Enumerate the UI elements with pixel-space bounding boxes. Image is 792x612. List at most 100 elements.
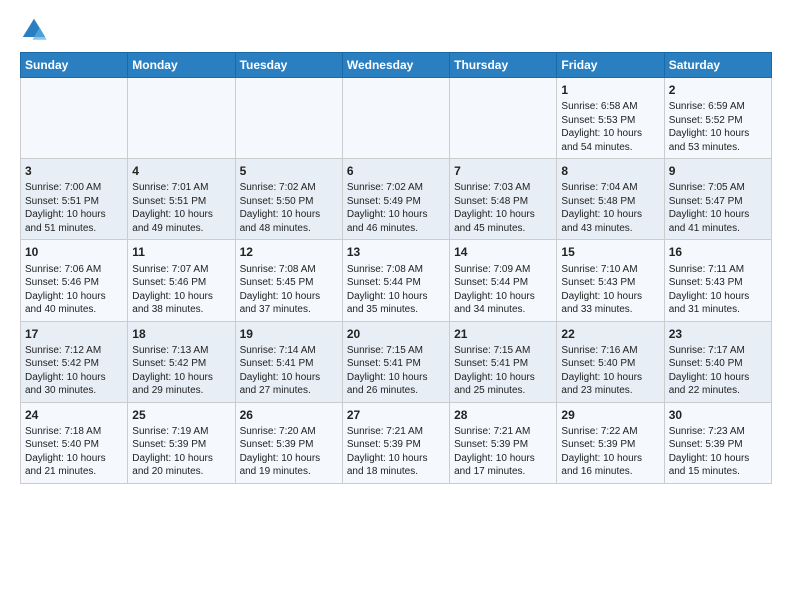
logo-icon <box>20 16 48 44</box>
cell-content-line: Daylight: 10 hours <box>669 371 767 385</box>
cell-content-line: Sunrise: 7:12 AM <box>25 344 123 358</box>
cell-content-line: Sunset: 5:39 PM <box>561 438 659 452</box>
cell-content-line: Sunrise: 7:08 AM <box>240 263 338 277</box>
col-header-thursday: Thursday <box>450 53 557 78</box>
cell-content-line: Daylight: 10 hours <box>347 371 445 385</box>
day-number: 20 <box>347 326 445 342</box>
day-number: 27 <box>347 407 445 423</box>
cell-content-line: Daylight: 10 hours <box>132 371 230 385</box>
week-row-1: 1 Sunrise: 6:58 AMSunset: 5:53 PMDaylight… <box>21 78 772 159</box>
day-number: 14 <box>454 244 552 260</box>
cell-content-line: Daylight: 10 hours <box>25 371 123 385</box>
cell-content-line: Sunrise: 7:19 AM <box>132 425 230 439</box>
day-number: 15 <box>561 244 659 260</box>
cell-content-line: Sunrise: 7:06 AM <box>25 263 123 277</box>
cell-content-line: Sunset: 5:42 PM <box>132 357 230 371</box>
cell-content-line: Sunset: 5:43 PM <box>561 276 659 290</box>
cell-content-line: Sunset: 5:39 PM <box>347 438 445 452</box>
cell-content-line: and 35 minutes. <box>347 303 445 317</box>
cell-content-line: Daylight: 10 hours <box>454 290 552 304</box>
calendar-cell: 28Sunrise: 7:21 AMSunset: 5:39 PMDayligh… <box>450 402 557 483</box>
day-number: 7 <box>454 163 552 179</box>
cell-content-line: Sunset: 5:46 PM <box>25 276 123 290</box>
cell-content-line: Sunset: 5:46 PM <box>132 276 230 290</box>
col-header-monday: Monday <box>128 53 235 78</box>
cell-content-line: Sunrise: 7:18 AM <box>25 425 123 439</box>
cell-content-line: Sunset: 5:51 PM <box>132 195 230 209</box>
day-number: 5 <box>240 163 338 179</box>
cell-content-line: Sunset: 5:43 PM <box>669 276 767 290</box>
cell-content-line: Sunset: 5:39 PM <box>669 438 767 452</box>
cell-content-line: and 38 minutes. <box>132 303 230 317</box>
day-number: 19 <box>240 326 338 342</box>
cell-content-line: Sunrise: 7:15 AM <box>347 344 445 358</box>
calendar-cell: 9Sunrise: 7:05 AMSunset: 5:47 PMDaylight… <box>664 159 771 240</box>
day-number: 8 <box>561 163 659 179</box>
cell-content-line: and 37 minutes. <box>240 303 338 317</box>
cell-content-line: and 18 minutes. <box>347 465 445 479</box>
cell-content-line: Sunrise: 7:16 AM <box>561 344 659 358</box>
calendar-cell: 14Sunrise: 7:09 AMSunset: 5:44 PMDayligh… <box>450 240 557 321</box>
cell-content-line: and 49 minutes. <box>132 222 230 236</box>
calendar-cell: 20 Sunrise: 7:15 AMSunset: 5:41 PMDayligh… <box>342 321 449 402</box>
cell-content-line: Daylight: 10 hours <box>561 371 659 385</box>
cell-content-line: Sunrise: 7:04 AM <box>561 181 659 195</box>
cell-content-line: Sunset: 5:53 PM <box>561 114 659 128</box>
cell-content-line: Sunset: 5:48 PM <box>561 195 659 209</box>
cell-content-line: Daylight: 10 hours <box>454 371 552 385</box>
day-number: 12 <box>240 244 338 260</box>
week-row-4: 17Sunrise: 7:12 AMSunset: 5:42 PMDayligh… <box>21 321 772 402</box>
header <box>20 16 772 44</box>
cell-content-line: Daylight: 10 hours <box>454 452 552 466</box>
day-number: 28 <box>454 407 552 423</box>
cell-content-line: Daylight: 10 hours <box>25 208 123 222</box>
cell-content-line: Daylight: 10 hours <box>669 290 767 304</box>
cell-content-line: Sunrise: 7:23 AM <box>669 425 767 439</box>
calendar-cell: 2Sunrise: 6:59 AMSunset: 5:52 PMDaylight… <box>664 78 771 159</box>
cell-content-line: and 54 minutes. <box>561 141 659 155</box>
cell-content-line: Daylight: 10 hours <box>240 371 338 385</box>
cell-content-line: Sunrise: 6:58 AM <box>561 100 659 114</box>
cell-content-line: Daylight: 10 hours <box>561 208 659 222</box>
day-number: 23 <box>669 326 767 342</box>
cell-content-line: and 22 minutes. <box>669 384 767 398</box>
cell-content-line: Daylight: 10 hours <box>669 452 767 466</box>
cell-content-line: and 33 minutes. <box>561 303 659 317</box>
cell-content-line: Sunrise: 7:07 AM <box>132 263 230 277</box>
cell-content-line: Daylight: 10 hours <box>240 208 338 222</box>
cell-content-line: Sunset: 5:40 PM <box>25 438 123 452</box>
cell-content-line: Sunset: 5:42 PM <box>25 357 123 371</box>
cell-content-line: Sunset: 5:41 PM <box>347 357 445 371</box>
cell-content-line: Daylight: 10 hours <box>132 290 230 304</box>
cell-content-line: Sunrise: 7:14 AM <box>240 344 338 358</box>
cell-content-line: and 17 minutes. <box>454 465 552 479</box>
cell-content-line: and 27 minutes. <box>240 384 338 398</box>
day-number: 17 <box>25 326 123 342</box>
calendar-cell: 5Sunrise: 7:02 AMSunset: 5:50 PMDaylight… <box>235 159 342 240</box>
cell-content-line: and 25 minutes. <box>454 384 552 398</box>
cell-content-line: and 53 minutes. <box>669 141 767 155</box>
calendar-cell: 13Sunrise: 7:08 AMSunset: 5:44 PMDayligh… <box>342 240 449 321</box>
cell-content-line: Sunrise: 7:01 AM <box>132 181 230 195</box>
calendar-cell: 6Sunrise: 7:02 AMSunset: 5:49 PMDaylight… <box>342 159 449 240</box>
calendar-table: SundayMondayTuesdayWednesdayThursdayFrid… <box>20 52 772 484</box>
week-row-3: 10Sunrise: 7:06 AMSunset: 5:46 PMDayligh… <box>21 240 772 321</box>
cell-content-line: Sunset: 5:41 PM <box>454 357 552 371</box>
cell-content-line: and 19 minutes. <box>240 465 338 479</box>
cell-content-line: Daylight: 10 hours <box>347 208 445 222</box>
calendar-cell: 19Sunrise: 7:14 AMSunset: 5:41 PMDayligh… <box>235 321 342 402</box>
cell-content-line: Daylight: 10 hours <box>561 127 659 141</box>
page: SundayMondayTuesdayWednesdayThursdayFrid… <box>0 0 792 494</box>
cell-content-line: and 20 minutes. <box>132 465 230 479</box>
cell-content-line: and 15 minutes. <box>669 465 767 479</box>
day-number: 30 <box>669 407 767 423</box>
cell-content-line: and 16 minutes. <box>561 465 659 479</box>
cell-content-line: Sunrise: 7:22 AM <box>561 425 659 439</box>
cell-content-line: Daylight: 10 hours <box>347 290 445 304</box>
cell-content-line: Daylight: 10 hours <box>454 208 552 222</box>
day-number: 1 <box>561 82 659 98</box>
cell-content-line: Sunset: 5:39 PM <box>454 438 552 452</box>
calendar-cell: 10Sunrise: 7:06 AMSunset: 5:46 PMDayligh… <box>21 240 128 321</box>
cell-content-line: and 48 minutes. <box>240 222 338 236</box>
week-row-5: 24Sunrise: 7:18 AMSunset: 5:40 PMDayligh… <box>21 402 772 483</box>
